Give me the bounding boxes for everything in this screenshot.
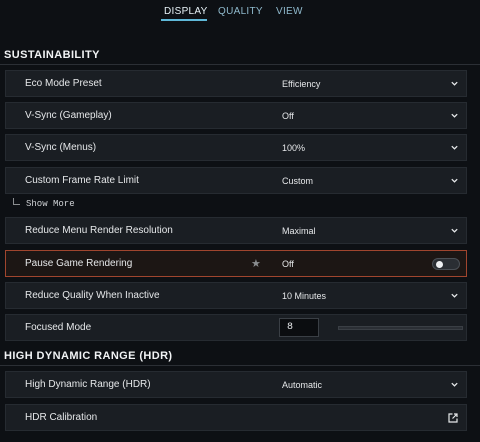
focused-mode-row: Focused Mode 8 — [5, 314, 467, 341]
vsync-gameplay-row[interactable]: V-Sync (Gameplay) Off — [5, 102, 467, 129]
setting-label: Focused Mode — [25, 322, 92, 333]
hdr-row[interactable]: High Dynamic Range (HDR) Automatic — [5, 371, 467, 398]
setting-label: Reduce Quality When Inactive — [25, 290, 160, 301]
toggle-knob — [436, 261, 443, 268]
setting-label: Custom Frame Rate Limit — [25, 175, 139, 186]
tab-display[interactable]: DISPLAY — [164, 6, 208, 17]
setting-label: HDR Calibration — [25, 412, 98, 423]
dropdown-value: 10 Minutes — [282, 291, 327, 301]
chevron-down-icon[interactable] — [450, 291, 459, 300]
chevron-down-icon[interactable] — [450, 226, 459, 235]
show-more-link[interactable]: Show More — [13, 198, 75, 209]
pause-rendering-toggle[interactable] — [432, 258, 460, 270]
dropdown-value: 100% — [282, 143, 306, 153]
setting-label: Pause Game Rendering — [25, 258, 133, 269]
chevron-down-icon[interactable] — [450, 176, 459, 185]
hdr-calibration-row[interactable]: HDR Calibration — [5, 404, 467, 431]
vsync-menus-row[interactable]: V-Sync (Menus) 100% — [5, 134, 467, 161]
external-link-icon[interactable] — [448, 413, 458, 423]
tree-branch-icon — [13, 198, 20, 205]
chevron-down-icon[interactable] — [450, 380, 459, 389]
section-title-sustainability: SUSTAINABILITY — [4, 49, 100, 61]
setting-label: V-Sync (Gameplay) — [25, 110, 112, 121]
dropdown-value: Custom — [282, 176, 314, 186]
eco-mode-preset-row[interactable]: Eco Mode Preset Efficiency — [5, 70, 467, 97]
pause-game-rendering-row[interactable]: Pause Game Rendering ★ Off — [5, 250, 467, 277]
setting-label: Eco Mode Preset — [25, 78, 102, 89]
tab-quality[interactable]: QUALITY — [218, 6, 263, 17]
focused-mode-number-input[interactable]: 8 — [279, 318, 319, 337]
reduce-quality-when-inactive-row[interactable]: Reduce Quality When Inactive 10 Minutes — [5, 282, 467, 309]
tab-view[interactable]: VIEW — [276, 6, 303, 17]
reduce-menu-render-resolution-row[interactable]: Reduce Menu Render Resolution Maximal — [5, 217, 467, 244]
dropdown-value: Automatic — [282, 380, 323, 390]
section-divider — [0, 64, 480, 65]
star-icon[interactable]: ★ — [251, 257, 261, 270]
settings-tabs: DISPLAY QUALITY VIEW — [0, 0, 480, 28]
setting-label: Reduce Menu Render Resolution — [25, 225, 173, 236]
setting-label: V-Sync (Menus) — [25, 142, 97, 153]
chevron-down-icon[interactable] — [450, 143, 459, 152]
section-title-hdr: HIGH DYNAMIC RANGE (HDR) — [4, 350, 173, 362]
custom-frame-rate-limit-row[interactable]: Custom Frame Rate Limit Custom — [5, 167, 467, 194]
show-more-label: Show More — [26, 199, 75, 209]
chevron-down-icon[interactable] — [450, 79, 459, 88]
dropdown-value: Off — [282, 111, 294, 121]
dropdown-value: Efficiency — [282, 79, 321, 89]
active-tab-indicator — [161, 19, 207, 21]
chevron-down-icon[interactable] — [450, 111, 459, 120]
dropdown-value: Maximal — [282, 226, 316, 236]
section-divider — [0, 365, 480, 366]
toggle-value: Off — [282, 259, 294, 269]
focused-mode-slider[interactable] — [338, 326, 463, 330]
setting-label: High Dynamic Range (HDR) — [25, 379, 151, 390]
